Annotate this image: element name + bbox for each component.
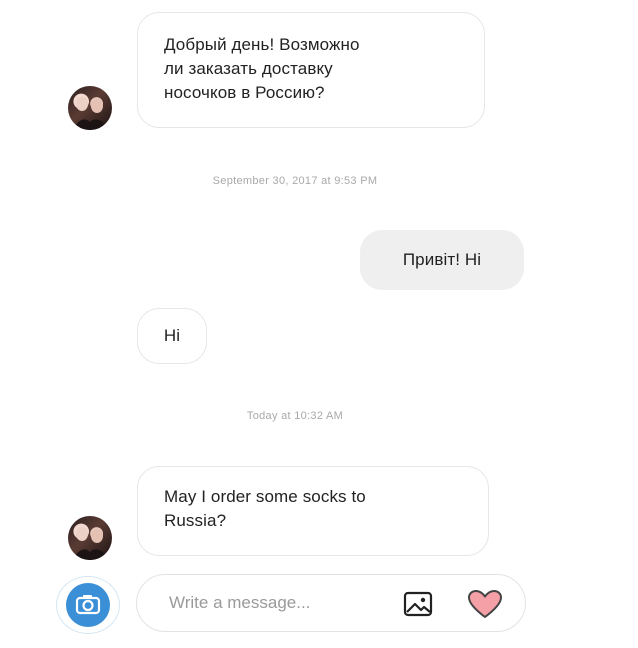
camera-icon	[66, 583, 110, 627]
chat-thread: Добрый день! Возможно ли заказать достав…	[0, 0, 638, 648]
message-line: Добрый день! Возможно	[164, 35, 360, 54]
incoming-message-bubble[interactable]: Добрый день! Возможно ли заказать достав…	[137, 12, 485, 128]
sender-avatar[interactable]	[68, 516, 112, 560]
message-text: Привіт! Hi	[402, 250, 482, 269]
gallery-button[interactable]	[402, 590, 434, 618]
message-text: Hi	[163, 326, 181, 345]
incoming-message-bubble[interactable]: Hi	[137, 308, 207, 364]
message-timestamp: Today at 10:32 AM	[246, 410, 344, 422]
sender-avatar[interactable]	[68, 86, 112, 130]
heart-icon	[468, 590, 502, 618]
image-icon	[403, 591, 433, 617]
message-input-placeholder: Write a message...	[169, 593, 311, 612]
message-line: ли заказать доставку	[164, 59, 333, 78]
message-line: Russia?	[164, 511, 227, 530]
message-timestamp: September 30, 2017 at 9:53 PM	[212, 175, 378, 187]
message-line: May I order some socks to	[164, 487, 366, 506]
incoming-message-bubble[interactable]: May I order some socks to Russia?	[137, 466, 489, 556]
like-button[interactable]	[466, 588, 504, 620]
camera-button[interactable]	[56, 576, 120, 634]
outgoing-message-bubble[interactable]: Привіт! Hi	[360, 230, 524, 290]
message-line: носочков в Россию?	[164, 83, 325, 102]
